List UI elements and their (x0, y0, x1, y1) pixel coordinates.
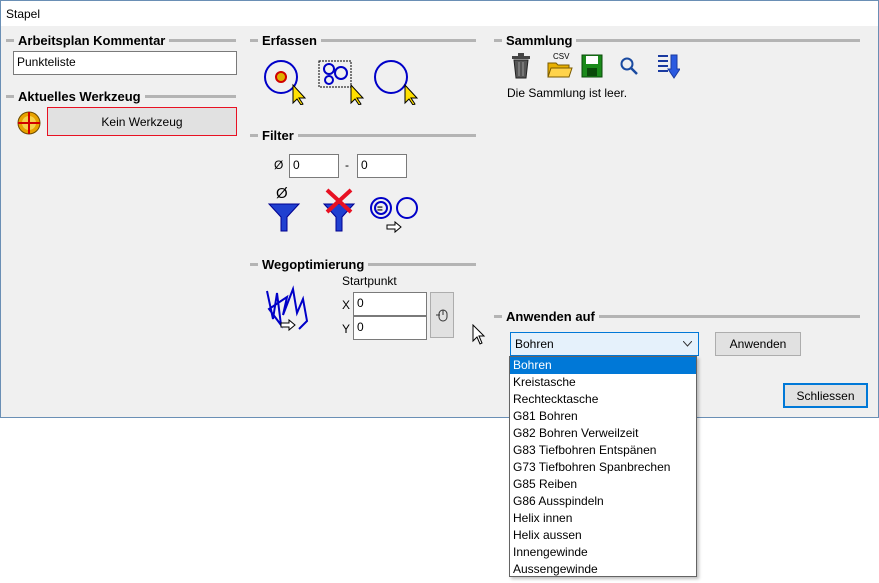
filter-remove-funnel-icon[interactable] (322, 188, 356, 234)
comment-input[interactable]: Punkteliste (13, 51, 237, 75)
close-button[interactable]: Schliessen (783, 383, 868, 408)
apply-group-title: Anwenden auf (502, 309, 599, 324)
path-group-title: Wegoptimierung (258, 257, 369, 272)
dropdown-option[interactable]: Rechtecktasche (510, 391, 696, 408)
mouse-cursor-icon (472, 324, 486, 345)
funnel-diameter-label: Ø (276, 185, 288, 202)
diameter-label: Ø (274, 158, 284, 172)
start-point-label: Startpunkt (342, 274, 397, 288)
path-optimization-icon[interactable] (263, 285, 315, 335)
search-icon[interactable] (619, 56, 639, 76)
apply-target-select[interactable]: Bohren (510, 332, 699, 356)
filter-min-input[interactable]: 0 (289, 154, 339, 178)
apply-target-selected: Bohren (515, 337, 554, 351)
chevron-down-icon (683, 341, 692, 347)
csv-text: CSV (553, 52, 570, 61)
dropdown-option[interactable]: G83 Tiefbohren Entspänen (510, 442, 696, 459)
range-dash: - (345, 158, 349, 172)
capture-group-title: Erfassen (258, 33, 321, 48)
filter-group-title: Filter (258, 128, 298, 143)
save-icon[interactable] (581, 54, 603, 78)
dropdown-option[interactable]: G85 Reiben (510, 476, 696, 493)
dropdown-option[interactable]: Innengewinde (510, 544, 696, 561)
dropdown-option[interactable]: Kreistasche (510, 374, 696, 391)
tool-crosshair-icon (17, 111, 41, 135)
dropdown-option[interactable]: G81 Bohren (510, 408, 696, 425)
mouse-pick-icon (436, 309, 448, 322)
pick-start-point-button[interactable] (430, 292, 454, 338)
dropdown-option[interactable]: G82 Bohren Verweilzeit (510, 425, 696, 442)
tool-group-title: Aktuelles Werkzeug (14, 89, 145, 104)
start-y-input[interactable]: 0 (353, 316, 427, 340)
sort-descending-icon[interactable] (656, 53, 680, 79)
start-x-input[interactable]: 0 (353, 292, 427, 316)
trash-icon[interactable] (510, 53, 532, 79)
dropdown-option[interactable]: Helix innen (510, 510, 696, 527)
dropdown-option[interactable]: G73 Tiefbohren Spanbrechen (510, 459, 696, 476)
window-title: Stapel (6, 7, 41, 21)
stapel-window: Stapel Arbeitsplan Kommentar Punkteliste… (0, 0, 879, 418)
dropdown-option[interactable]: G86 Ausspindeln (510, 493, 696, 510)
svg-text:=: = (377, 204, 383, 215)
filter-max-input[interactable]: 0 (357, 154, 407, 178)
dropdown-option[interactable]: Helix aussen (510, 527, 696, 544)
x-label: X (342, 298, 351, 312)
collection-empty-text: Die Sammlung ist leer. (507, 86, 628, 100)
y-label: Y (342, 322, 351, 336)
filter-diameter-funnel-icon[interactable] (267, 201, 301, 233)
apply-target-dropdown-list[interactable]: Bohren Kreistasche Rechtecktasche G81 Bohre… (509, 356, 697, 577)
capture-window-icon[interactable] (317, 59, 365, 105)
capture-single-circle-icon[interactable] (263, 59, 311, 105)
current-tool-button[interactable]: Kein Werkzeug (47, 107, 237, 136)
open-csv-folder-icon[interactable]: CSV (547, 51, 573, 79)
collection-group-title: Sammlung (502, 33, 577, 48)
filter-equal-circles-icon[interactable]: = (369, 194, 421, 234)
comment-group-title: Arbeitsplan Kommentar (14, 33, 170, 48)
capture-circle-icon[interactable] (373, 59, 421, 105)
dropdown-option[interactable]: Aussengewinde (510, 561, 696, 578)
apply-button[interactable]: Anwenden (715, 332, 801, 356)
title-bar: Stapel (1, 1, 878, 26)
dropdown-option[interactable]: Bohren (510, 357, 696, 374)
